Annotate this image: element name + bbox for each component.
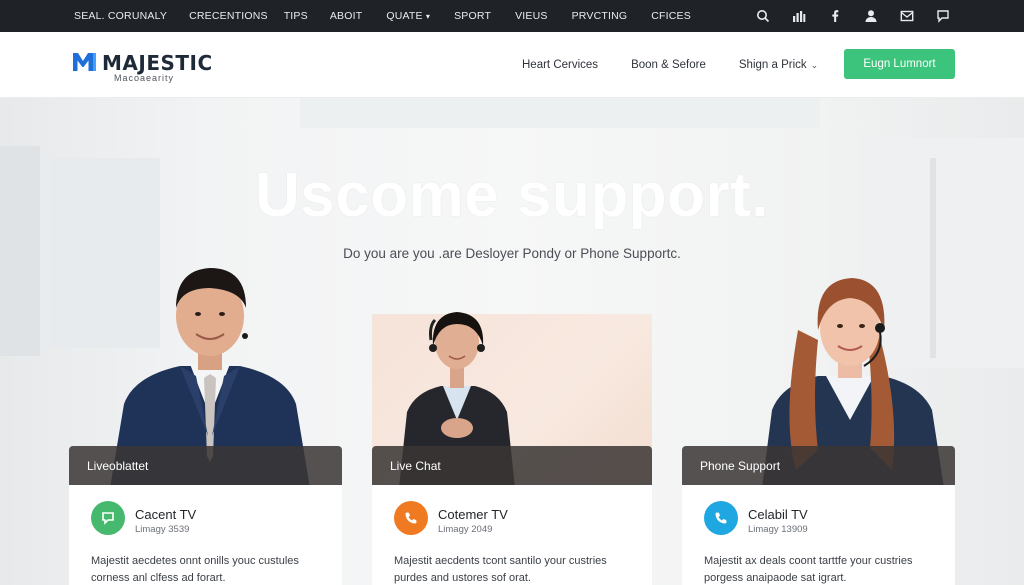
- top-nav-item[interactable]: CFICES: [651, 10, 691, 22]
- bg-window: [300, 98, 820, 128]
- chevron-down-icon: ⌄: [810, 59, 819, 70]
- bar-chart-icon[interactable]: [792, 9, 806, 23]
- login-support-button[interactable]: Eugn Lumnort: [844, 49, 955, 79]
- nav-item-heart-cervices[interactable]: Heart Cervices: [522, 59, 598, 71]
- card-description: Majestit aecdents tcont santilo your cus…: [394, 555, 607, 584]
- phone-icon: [715, 512, 727, 524]
- top-nav-item[interactable]: SEAL. CORUNALY: [74, 10, 167, 22]
- phone-icon: [405, 512, 417, 524]
- top-nav-item[interactable]: PRVCTING: [572, 10, 628, 22]
- logo-m-icon: [73, 53, 96, 71]
- logo-tagline: Macoaearity: [114, 73, 175, 83]
- main-nav: Heart Cervices Boon & Sefore Shign a Pri…: [522, 32, 818, 98]
- top-icons: [756, 0, 950, 32]
- card-description: Majestit ax deals coont tarttfe your cus…: [704, 555, 913, 584]
- card-description: Majestit aecdetes onnt onills youc custu…: [91, 555, 299, 584]
- top-bar: SEAL. CORUNALY CRECENTIONS TIPS ABOIT QU…: [0, 0, 1024, 32]
- top-nav-item[interactable]: ABOIT: [330, 10, 363, 22]
- chat-icon[interactable]: [936, 9, 950, 23]
- chat-bubble-icon: [102, 512, 114, 525]
- card-title: Celabil TV: [748, 507, 808, 522]
- card-header-phone-support: Phone Support: [682, 446, 955, 485]
- card-header-liveoblattet: Liveoblattet: [69, 446, 342, 485]
- card-meta: Limagy 2049: [438, 524, 493, 535]
- nav-label: Shign a Prick: [738, 59, 807, 71]
- caret-down-icon: ▾: [425, 12, 431, 21]
- user-icon[interactable]: [864, 9, 878, 23]
- brand-logo[interactable]: MAJESTIC Macoaearity: [72, 50, 222, 84]
- search-icon[interactable]: [756, 9, 770, 23]
- site-header: MAJESTIC Macoaearity Heart Cervices Boon…: [0, 32, 1024, 98]
- card-icon-badge: [394, 501, 428, 535]
- nav-item-shign-a-prick[interactable]: Shign a Prick ⌄: [739, 59, 818, 71]
- logo-wordmark: MAJESTIC: [102, 51, 213, 75]
- top-nav: SEAL. CORUNALY CRECENTIONS TIPS ABOIT QU…: [74, 0, 691, 32]
- card-icon-badge: [704, 501, 738, 535]
- card-title: Cacent TV: [135, 507, 197, 522]
- card-title: Cotemer TV: [438, 507, 508, 522]
- service-card[interactable]: Cotemer TV Limagy 2049 Majestit aecdents…: [372, 485, 652, 585]
- service-card[interactable]: Cacent TV Limagy 3539 Majestit aecdetes …: [69, 485, 342, 585]
- mail-icon[interactable]: [900, 9, 914, 23]
- hero-title: Uscome support.: [255, 161, 769, 230]
- service-card[interactable]: Celabil TV Limagy 13909 Majestit ax deal…: [682, 485, 955, 585]
- card-icon-badge: [91, 501, 125, 535]
- card-meta: Limagy 13909: [748, 524, 808, 535]
- nav-label: Heart Cervices: [522, 59, 599, 71]
- nav-label: Boon & Sefore: [631, 59, 706, 71]
- facebook-icon[interactable]: [828, 9, 842, 23]
- top-nav-item-dropdown[interactable]: QUATE ▾: [386, 10, 430, 22]
- nav-item-boon-sefore[interactable]: Boon & Sefore: [631, 59, 706, 71]
- card-meta: Limagy 3539: [135, 524, 190, 535]
- top-nav-dropdown-label: QUATE: [386, 10, 423, 22]
- card-header-live-chat: Live Chat: [372, 446, 652, 485]
- top-nav-item[interactable]: VIEUS: [515, 10, 548, 22]
- top-nav-item[interactable]: SPORT: [454, 10, 491, 22]
- top-nav-item[interactable]: CRECENTIONS: [189, 10, 268, 22]
- top-nav-item[interactable]: TIPS: [284, 10, 308, 22]
